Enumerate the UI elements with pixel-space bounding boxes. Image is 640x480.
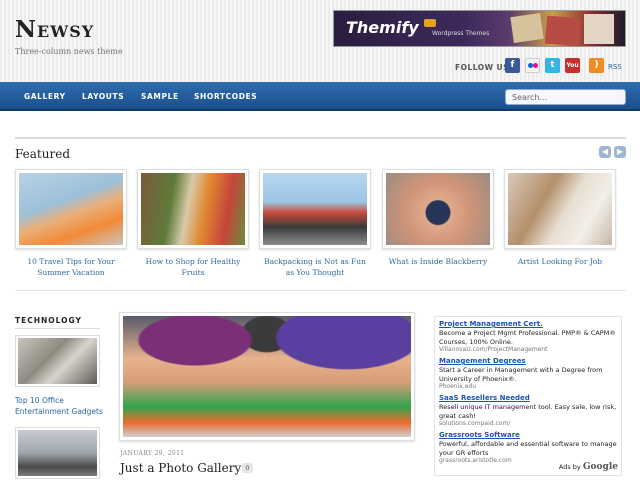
post-date: JANUARY 29, 2011 (120, 450, 185, 457)
post-title[interactable]: Just a Photo Gallery (120, 461, 241, 475)
ad-item[interactable]: SaaS Resellers Needed Resell unique IT m… (439, 394, 617, 428)
carousel-prev-icon[interactable]: ◀ (599, 146, 611, 158)
featured-caption[interactable]: Backpacking is Not as Fun as You Thought (259, 256, 371, 278)
ad-description: Powerful, affordable and essential softw… (439, 440, 617, 457)
featured-item[interactable]: How to Shop for Healthy Fruits (137, 169, 249, 278)
featured-item[interactable]: 10 Travel Tips for Your Summer Vacation (15, 169, 127, 278)
comment-count-badge[interactable]: 0 (242, 463, 253, 473)
featured-item[interactable]: Backpacking is Not as Fun as You Thought (259, 169, 371, 278)
site-title[interactable]: Newsy (15, 16, 94, 43)
nav-item-gallery[interactable]: GALLERY (24, 92, 66, 101)
rss-link[interactable]: RSS (608, 63, 622, 71)
featured-caption[interactable]: What is Inside Blackberry (382, 256, 494, 267)
facebook-icon[interactable]: f (505, 58, 520, 73)
featured-thumbnail[interactable] (504, 169, 616, 249)
ad-url[interactable]: Phoenix.edu (439, 383, 617, 391)
banner-brand: Themify (346, 18, 419, 37)
banner-ad[interactable]: Themify Wordpress Themes (333, 10, 626, 47)
banner-badge-icon (424, 19, 436, 27)
technology-heading: TECHNOLOGY (15, 316, 82, 325)
ad-url[interactable]: VillanovaU.com/ProjectManagement (439, 346, 617, 354)
ad-description: Resell unique IT management tool. Easy s… (439, 403, 617, 420)
technology-thumbnail[interactable] (15, 335, 100, 387)
featured-thumbnail[interactable] (382, 169, 494, 249)
nav-item-layouts[interactable]: LAYOUTS (82, 92, 124, 101)
ad-url[interactable]: solutions.compaid.com/ (439, 420, 617, 428)
ad-title[interactable]: SaaS Resellers Needed (439, 394, 617, 403)
ad-title[interactable]: Grassroots Software (439, 431, 617, 440)
google-logo: Google (582, 462, 618, 472)
nav-item-shortcodes[interactable]: SHORTCODES (194, 92, 257, 101)
flickr-icon[interactable] (525, 58, 540, 73)
banner-thumbnail (510, 13, 544, 43)
ad-description: Start a Career in Management with a Degr… (439, 366, 603, 383)
featured-thumbnail[interactable] (259, 169, 371, 249)
search-input[interactable]: Search... (505, 89, 626, 105)
ad-title[interactable]: Project Management Cert. (439, 320, 617, 329)
ads-by-google[interactable]: Ads by Google (559, 462, 618, 472)
follow-us-label: FOLLOW US (455, 63, 510, 72)
main-post-image[interactable] (119, 312, 415, 441)
youtube-icon[interactable]: You (565, 58, 580, 73)
featured-thumbnail[interactable] (137, 169, 249, 249)
banner-thumbnail (584, 14, 614, 44)
ads-by-label: Ads by (558, 463, 581, 471)
featured-heading: Featured (15, 147, 70, 161)
featured-caption[interactable]: Artist Looking For Job (504, 256, 616, 267)
technology-link[interactable]: Top 10 Office Entertainment Gadgets (15, 395, 110, 417)
site-tagline: Three-column news theme (15, 47, 123, 56)
ad-item[interactable]: Grassroots Software Powerful, affordable… (439, 431, 617, 465)
ad-item[interactable]: Management Degrees Start a Career in Man… (439, 357, 617, 391)
banner-thumbnail (544, 15, 582, 46)
featured-item[interactable]: Artist Looking For Job (504, 169, 616, 267)
featured-item[interactable]: What is Inside Blackberry (382, 169, 494, 267)
featured-caption[interactable]: How to Shop for Healthy Fruits (137, 256, 249, 278)
site-header: Newsy Three-column news theme Themify Wo… (0, 0, 640, 82)
technology-thumbnail[interactable] (15, 427, 100, 479)
rss-icon[interactable]: ) (589, 58, 604, 73)
ad-title[interactable]: Management Degrees (439, 357, 617, 366)
nav-item-sample[interactable]: SAMPLE (141, 92, 179, 101)
divider (15, 328, 100, 329)
twitter-icon[interactable]: t (545, 58, 560, 73)
divider (15, 290, 626, 291)
featured-thumbnail[interactable] (15, 169, 127, 249)
featured-caption[interactable]: 10 Travel Tips for Your Summer Vacation (15, 256, 127, 278)
ad-item[interactable]: Project Management Cert. Become a Projec… (439, 320, 617, 354)
banner-tag: Wordpress Themes (432, 30, 490, 37)
main-nav: GALLERY LAYOUTS SAMPLE SHORTCODES Search… (0, 82, 640, 111)
divider (15, 137, 626, 139)
ads-block: Project Management Cert. Become a Projec… (434, 316, 622, 476)
carousel-next-icon[interactable]: ▶ (614, 146, 626, 158)
ad-description: Become a Project Mgmt Professional. PMP®… (439, 329, 616, 346)
